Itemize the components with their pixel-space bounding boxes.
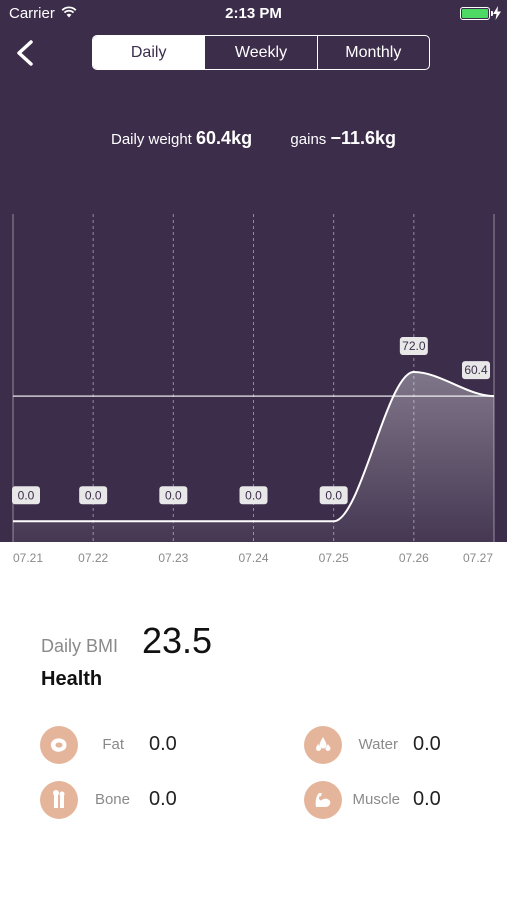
bmi-label: Daily BMI <box>41 636 119 656</box>
back-button[interactable] <box>12 38 38 68</box>
value-label: 0.0 <box>79 486 108 505</box>
daily-weight-value: 60.4kg <box>196 128 253 148</box>
value-label-text: 0.0 <box>18 488 35 502</box>
water-label: Water <box>358 736 398 753</box>
muscle-icon <box>304 781 342 819</box>
x-tick-label: 07.21 <box>12 551 44 565</box>
battery-icon <box>460 7 493 20</box>
fat-icon <box>40 726 78 764</box>
period-segmented-control: Daily Weekly Monthly <box>92 35 430 70</box>
charging-icon <box>493 6 501 20</box>
daily-weight-label: Daily weight <box>110 131 192 148</box>
water-value: 0.0 <box>413 733 441 755</box>
weight-summary: Daily weight 60.4kg gains −11.6kg <box>0 128 507 149</box>
value-label-text: 0.0 <box>85 488 102 502</box>
value-label: 0.0 <box>12 486 40 505</box>
battery-level <box>462 9 488 18</box>
chevron-left-icon <box>17 40 33 66</box>
water-icon <box>304 726 342 764</box>
gains-label: gains <box>290 131 327 148</box>
value-label-text: 72.0 <box>402 339 426 353</box>
weight-chart[interactable]: 0.0 0.0 0.0 0.0 0.0 72.0 60.4 <box>0 200 507 542</box>
value-label-text: 0.0 <box>325 488 342 502</box>
x-tick-label: 07.23 <box>158 551 189 565</box>
tab-weekly[interactable]: Weekly <box>205 36 318 69</box>
value-label: 0.0 <box>239 486 268 505</box>
bone-value: 0.0 <box>149 788 177 810</box>
gains-value: −11.6kg <box>330 128 397 148</box>
value-label: 72.0 <box>399 337 428 356</box>
muscle-label: Muscle <box>352 791 400 808</box>
value-label: 0.0 <box>319 486 348 505</box>
x-tick-label: 07.24 <box>238 551 269 565</box>
fat-value: 0.0 <box>149 733 177 755</box>
tab-daily[interactable]: Daily <box>93 36 206 69</box>
bmi-value: 23.5 <box>142 620 213 661</box>
bmi-status: Health <box>41 668 103 690</box>
value-label: 0.0 <box>159 486 188 505</box>
muscle-value: 0.0 <box>413 788 441 810</box>
value-label-text: 0.0 <box>165 488 182 502</box>
bone-label: Bone <box>94 791 130 808</box>
status-bar: Carrier 2:13 PM <box>0 0 507 28</box>
x-tick-label: 07.26 <box>398 551 429 565</box>
value-label-text: 60.4 <box>464 363 488 377</box>
fat-label: Fat <box>102 736 124 753</box>
clock-label: 2:13 PM <box>225 5 282 22</box>
x-tick-label: 07.25 <box>318 551 349 565</box>
x-tick-label: 07.27 <box>462 551 494 565</box>
value-label: 60.4 <box>462 361 490 380</box>
tab-monthly[interactable]: Monthly <box>318 36 429 69</box>
x-tick-label: 07.22 <box>78 551 109 565</box>
value-label-text: 0.0 <box>245 488 262 502</box>
bone-icon <box>40 781 78 819</box>
